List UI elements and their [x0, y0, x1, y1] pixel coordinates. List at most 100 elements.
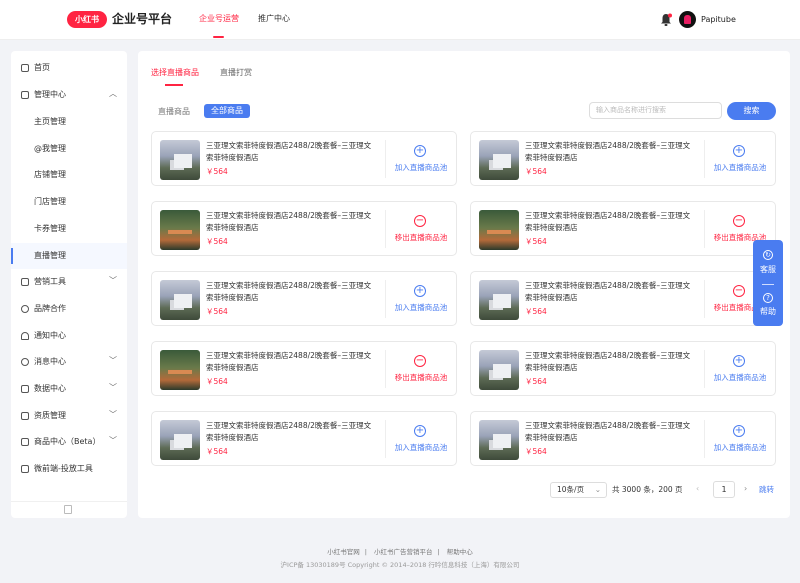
sidebar-subitem-mentions[interactable]: @我管理 [11, 136, 127, 162]
avatar[interactable] [679, 11, 696, 28]
remove-circle-icon[interactable]: − [414, 355, 426, 367]
sidebar-item-messages[interactable]: 消息中心 ﹀ [11, 349, 127, 375]
sidebar-subitem-live[interactable]: 直播管理 [11, 243, 127, 269]
customer-service-button[interactable]: 客服 [753, 264, 783, 276]
product-thumbnail [160, 210, 200, 250]
sidebar-item-products[interactable]: 商品中心（Beta） ﹀ [11, 429, 127, 455]
next-page-icon[interactable]: › [744, 483, 747, 495]
nav-promotion[interactable]: 推广中心 [258, 13, 290, 25]
product-card: 三亚理文索菲特度假酒店2488/2晚套餐–三亚理文索菲特度假酒店 ￥564− 移出直… [151, 341, 457, 396]
chevron-up-icon: ︿ [109, 89, 117, 98]
card-divider [704, 350, 705, 388]
sidebar-item-home[interactable]: 首页 [11, 55, 127, 81]
grid-icon [21, 438, 29, 446]
footer-link[interactable]: 小红书官网 [327, 548, 360, 556]
remove-circle-icon[interactable]: − [414, 215, 426, 227]
sidebar-item-data[interactable]: 数据中心 ﹀ [11, 376, 127, 402]
badge-icon [21, 412, 29, 420]
card-divider [704, 420, 705, 458]
jump-link[interactable]: 跳转 [759, 484, 774, 496]
footer-link[interactable]: 小红书广告营销平台 [374, 548, 433, 556]
filter-all-products-chip[interactable]: 全部商品 [204, 104, 250, 118]
add-to-pool-button[interactable]: 加入直播商品池 [388, 162, 454, 174]
footer-links: 小红书官网 | 小红书广告营销平台 | 帮助中心 [327, 548, 473, 556]
remove-circle-icon[interactable]: − [733, 285, 745, 297]
refresh-icon[interactable]: ↻ [763, 250, 773, 260]
sidebar-item-label: 消息中心 [34, 357, 66, 366]
logo[interactable]: 小红书 [67, 11, 107, 28]
product-card: 三亚理文索菲特度假酒店2488/2晚套餐–三亚理文索菲特度假酒店 ￥564 + 加入直… [470, 341, 776, 396]
product-price: ￥564 [525, 447, 547, 456]
product-price: ￥564 [525, 167, 547, 176]
add-circle-icon[interactable]: + [414, 145, 426, 157]
sidebar-item-label: 微前端-投放工具 [34, 464, 93, 473]
bell-icon[interactable] [660, 13, 672, 27]
card-divider [385, 210, 386, 248]
float-divider [762, 284, 774, 285]
sidebar-subitem-shop[interactable]: 门店管理 [11, 189, 127, 215]
page-size-value: 10条/页 [557, 485, 585, 494]
product-title: 三亚理文索菲特度假酒店2488/2晚套餐–三亚理文索菲特度假酒店 [525, 211, 691, 232]
product-price: ￥564 [525, 377, 547, 386]
card-divider [704, 140, 705, 178]
remove-from-pool-button[interactable]: 移出直播商品池 [388, 232, 454, 244]
username[interactable]: Papitube [701, 14, 736, 26]
calendar-icon [21, 91, 29, 99]
search-input[interactable]: 输入商品名称进行搜索 [589, 102, 722, 119]
help-button[interactable]: 帮助 [753, 306, 783, 318]
prev-page-icon[interactable]: ‹ [696, 483, 699, 495]
add-circle-icon[interactable]: + [414, 425, 426, 437]
help-icon[interactable]: ? [763, 293, 773, 303]
sidebar-item-microfrontend[interactable]: 微前端-投放工具 [11, 456, 127, 482]
chevron-down-icon: ⌄ [594, 485, 601, 494]
product-card: 三亚理文索菲特度假酒店2488/2晚套餐–三亚理文索菲特度假酒店 ￥564− 移出直… [470, 271, 776, 326]
product-title: 三亚理文索菲特度假酒店2488/2晚套餐–三亚理文索菲特度假酒店 [525, 351, 691, 372]
product-title: 三亚理文索菲特度假酒店2488/2晚套餐–三亚理文索菲特度假酒店 [525, 141, 691, 162]
add-to-pool-button[interactable]: 加入直播商品池 [388, 302, 454, 314]
sidebar-item-label: 商品中心（Beta） [34, 437, 101, 446]
floating-support-panel: ↻ 客服 ? 帮助 [753, 240, 783, 326]
current-page-input[interactable]: 1 [713, 481, 735, 498]
tab-live-tips[interactable]: 直播打赏 [220, 67, 252, 79]
sidebar-item-management[interactable]: 管理中心 ︿ [11, 82, 127, 108]
pagination-total: 共 3000 条，200 页 [612, 485, 683, 494]
add-circle-icon[interactable]: + [414, 285, 426, 297]
sidebar-item-marketing[interactable]: 营销工具 ﹀ [11, 269, 127, 295]
product-thumbnail [479, 210, 519, 250]
filter-label: 直播商品 [158, 107, 190, 116]
sidebar-item-notifications[interactable]: 通知中心 [11, 323, 127, 349]
grid-icon [21, 465, 29, 473]
sidebar-subitem-coupons[interactable]: 卡券管理 [11, 216, 127, 242]
search-button[interactable]: 搜索 [727, 102, 776, 120]
footer-link[interactable]: 帮助中心 [447, 548, 473, 556]
sidebar-subitem-store[interactable]: 店铺管理 [11, 162, 127, 188]
product-title: 三亚理文索菲特度假酒店2488/2晚套餐–三亚理文索菲特度假酒店 [525, 421, 691, 442]
product-card: 三亚理文索菲特度假酒店2488/2晚套餐–三亚理文索菲特度假酒店 ￥564− 移出直… [151, 201, 457, 256]
add-to-pool-button[interactable]: 加入直播商品池 [707, 442, 773, 454]
product-title: 三亚理文索菲特度假酒店2488/2晚套餐–三亚理文索菲特度假酒店 [525, 281, 691, 302]
product-title: 三亚理文索菲特度假酒店2488/2晚套餐–三亚理文索菲特度假酒店 [206, 281, 372, 302]
add-to-pool-button[interactable]: 加入直播商品池 [707, 372, 773, 384]
brand-title: 企业号平台 [112, 12, 173, 26]
remove-circle-icon[interactable]: − [733, 215, 745, 227]
add-to-pool-button[interactable]: 加入直播商品池 [707, 162, 773, 174]
nav-enterprise-ops[interactable]: 企业号运营 [199, 13, 239, 25]
page-size-select[interactable]: 10条/页 ⌄ [550, 482, 607, 498]
card-divider [704, 280, 705, 318]
product-price: ￥564 [525, 237, 547, 246]
add-circle-icon[interactable]: + [733, 425, 745, 437]
product-thumbnail [160, 350, 200, 390]
sidebar-subitem-homepage[interactable]: 主页管理 [11, 109, 127, 135]
sidebar-item-label: 管理中心 [34, 90, 66, 99]
product-card: 三亚理文索菲特度假酒店2488/2晚套餐–三亚理文索菲特度假酒店 ￥564 + 加入直… [151, 271, 457, 326]
add-circle-icon[interactable]: + [733, 145, 745, 157]
add-circle-icon[interactable]: + [733, 355, 745, 367]
remove-from-pool-button[interactable]: 移出直播商品池 [388, 372, 454, 384]
sidebar-collapse-button[interactable] [11, 501, 127, 518]
footer-copyright: 沪ICP备 13030189号 Copyright © 2014–2018 行吟… [280, 561, 520, 569]
tab-select-products[interactable]: 选择直播商品 [151, 67, 199, 79]
sidebar-item-brand[interactable]: 品牌合作 [11, 296, 127, 322]
card-divider [704, 210, 705, 248]
add-to-pool-button[interactable]: 加入直播商品池 [388, 442, 454, 454]
sidebar-item-qualification[interactable]: 资质管理 ﹀ [11, 403, 127, 429]
